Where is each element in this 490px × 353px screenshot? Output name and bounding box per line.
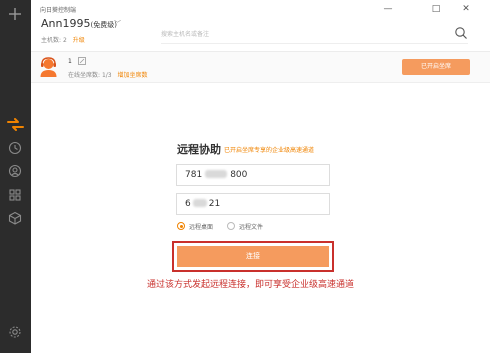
upgrade-link[interactable]: 升级: [73, 37, 85, 44]
code-prefix: 6: [185, 199, 191, 209]
cube-icon[interactable]: [8, 211, 22, 225]
verification-code-value: 6 21: [185, 199, 220, 209]
radio-empty-icon: [226, 222, 235, 230]
device-id-value: 781 800: [185, 170, 247, 180]
close-button[interactable]: ✕: [460, 3, 472, 15]
code-suffix: 21: [208, 199, 221, 209]
device-id-field[interactable]: 781 800: [176, 164, 330, 186]
add-seat-link[interactable]: 增加坐席数: [118, 72, 148, 79]
device-id-prefix: 781: [185, 170, 203, 180]
plus-icon[interactable]: [7, 6, 23, 22]
maximize-button[interactable]: □: [430, 3, 442, 15]
online-seat-value: 1/3: [101, 72, 112, 79]
option-remote-desktop-label: 远程桌面: [189, 224, 214, 231]
seat-count: 1: [68, 58, 72, 65]
remote-assist-subtitle: 已开启坐席专享的企业级高速通道: [224, 147, 315, 154]
option-remote-file[interactable]: 远程文件: [226, 222, 263, 231]
remote-control-icon[interactable]: [7, 118, 24, 131]
apps-icon[interactable]: [8, 188, 22, 202]
main-window: 向日葵控制端 — □ ✕ Ann1995(免费级) ﹀ 主机数: 2 升级 1: [31, 0, 490, 353]
sidebar: [0, 0, 31, 353]
option-remote-desktop[interactable]: 远程桌面: [177, 222, 213, 231]
account-username: Ann1995: [41, 17, 91, 30]
account-tier: (免费级): [90, 21, 117, 29]
edit-icon[interactable]: [78, 57, 86, 65]
redacted-mask: [205, 170, 228, 178]
settings-icon[interactable]: [8, 325, 22, 339]
host-count-row: 主机数: 2 升级: [41, 35, 85, 44]
verification-code-field[interactable]: 6 21: [176, 193, 330, 215]
device-id-suffix: 800: [230, 170, 248, 180]
connection-mode: 远程桌面 远程文件: [177, 222, 275, 231]
clock-icon[interactable]: [8, 141, 22, 155]
host-count-value: 2: [62, 37, 67, 44]
window-title: 向日葵控制端: [40, 7, 77, 14]
option-remote-file-label: 远程文件: [238, 224, 263, 231]
search-icon[interactable]: [454, 26, 468, 40]
seat-bar: 1 在线坐席数: 1/3 增加坐席数 已开启坐席: [31, 52, 490, 83]
remote-assist-title: 远程协助: [177, 143, 221, 156]
minimize-button[interactable]: —: [382, 3, 394, 15]
connect-button[interactable]: 连接: [177, 246, 329, 267]
chevron-down-icon[interactable]: ﹀: [114, 19, 121, 29]
seat-enabled-button[interactable]: 已开启坐席: [402, 59, 470, 75]
online-seat-info: 在线坐席数: 1/3 增加坐席数: [68, 70, 148, 79]
account-name[interactable]: Ann1995(免费级): [41, 17, 117, 30]
search-input[interactable]: [161, 27, 441, 41]
search-box: [161, 25, 468, 44]
online-seat-label: 在线坐席数:: [68, 72, 101, 79]
radio-selected-icon: [177, 222, 185, 230]
headset-icon[interactable]: [8, 164, 22, 178]
host-count-label: 主机数:: [41, 37, 62, 44]
agent-avatar-icon: [40, 57, 57, 77]
redacted-mask: [192, 199, 207, 207]
title-bar: 向日葵控制端 — □ ✕: [31, 0, 490, 18]
annotation-text: 通过该方式发起远程连接，即可享受企业级高速通道: [147, 280, 355, 290]
